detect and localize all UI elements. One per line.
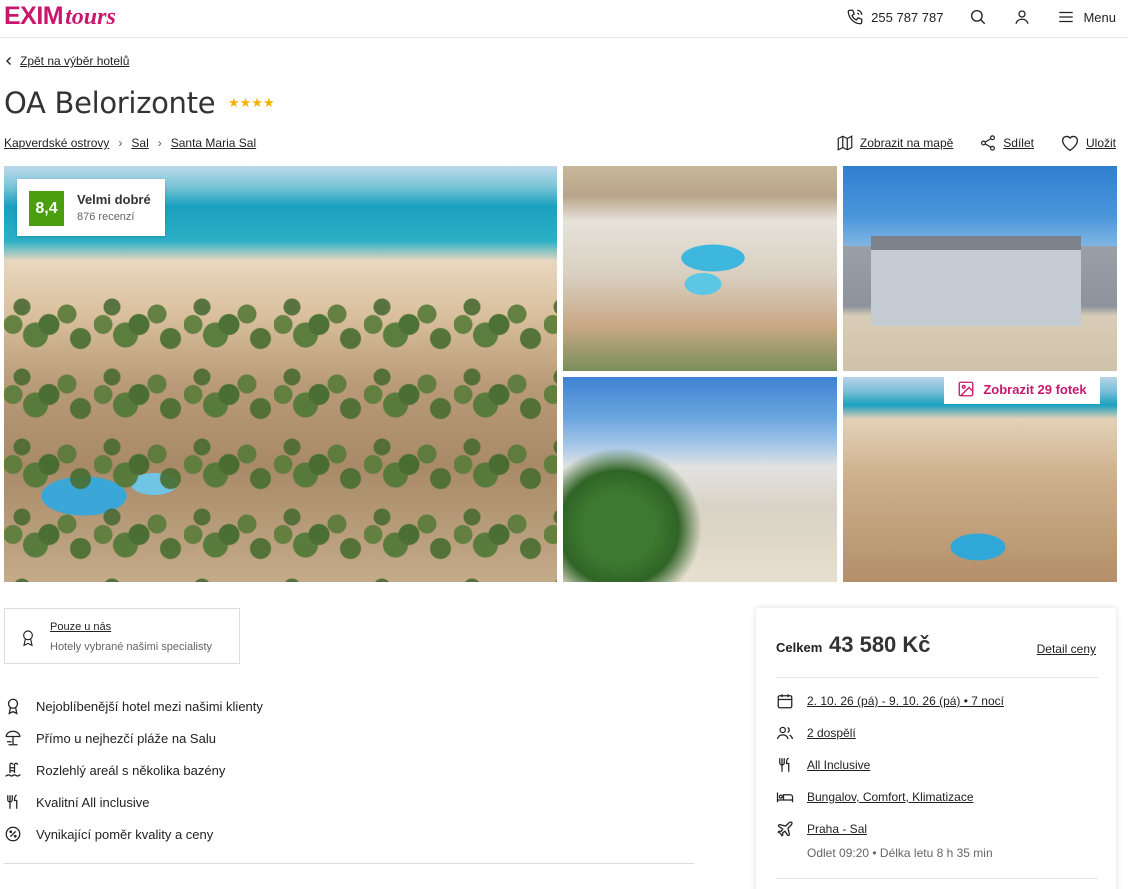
back-link-label: Zpět na výběr hotelů	[20, 54, 130, 68]
airplane-icon	[777, 821, 793, 837]
price-detail-link[interactable]: Detail ceny	[1037, 642, 1096, 656]
back-to-hotels-link[interactable]: Zpět na výběr hotelů	[4, 54, 129, 68]
hotel-actions: Zobrazit na mapě Sdílet Uložit	[810, 134, 1116, 152]
section-divider	[4, 863, 694, 864]
card-divider	[776, 878, 1098, 879]
menu-button[interactable]: Menu	[1057, 8, 1116, 26]
gallery-photo-aerial[interactable]	[843, 377, 1117, 582]
dates-row[interactable]: 2. 10. 26 (pá) - 9. 10. 26 (pá) • 7 nocí	[776, 692, 1004, 724]
exim-tours-logo[interactable]: EXIM tours	[4, 2, 116, 32]
gallery-main-photo[interactable]: 8,4 Velmi dobré 876 recenzí	[4, 166, 557, 582]
beach-umbrella-icon	[5, 730, 21, 746]
breadcrumb-country[interactable]: Kapverdské ostrovy	[4, 136, 109, 150]
logo-text-main: EXIM	[4, 2, 64, 30]
image-icon	[958, 381, 974, 397]
board-row[interactable]: All Inclusive	[776, 756, 1004, 788]
search-button[interactable]	[969, 8, 987, 26]
breadcrumb-island[interactable]: Sal	[131, 136, 148, 150]
chevron-left-icon	[6, 57, 11, 65]
feature-text: Přímo u nejhezčí pláže na Salu	[36, 730, 216, 746]
card-divider	[776, 677, 1098, 678]
gallery-photo-garden[interactable]	[563, 377, 837, 582]
map-icon	[837, 135, 853, 151]
cutlery-icon	[7, 794, 18, 809]
flight-value: Praha - Sal	[807, 822, 868, 836]
cutlery-icon	[779, 757, 790, 772]
feature-item: Rozlehlý areál s několika bazény	[4, 754, 263, 786]
logo-text-script: tours	[65, 4, 116, 30]
rating-score-badge: 8,4	[29, 191, 64, 226]
people-icon	[776, 726, 794, 740]
guests-row[interactable]: 2 dospělí	[776, 724, 1004, 756]
account-button[interactable]	[1013, 8, 1031, 26]
breadcrumb-separator-icon: ›	[157, 136, 162, 150]
breadcrumb-resort[interactable]: Santa Maria Sal	[171, 136, 256, 150]
phone-number: 255 787 787	[871, 9, 944, 25]
share-button[interactable]: Sdílet	[979, 134, 1034, 152]
hamburger-icon	[1059, 11, 1074, 23]
show-all-photos-button[interactable]: Zobrazit 29 fotek	[944, 374, 1100, 404]
heart-icon	[1061, 135, 1079, 152]
room-value: Bungalov, Comfort, Klimatizace	[807, 790, 974, 804]
share-icon	[981, 135, 996, 151]
breadcrumb-separator-icon: ›	[118, 136, 123, 150]
review-count: 876 recenzí	[77, 211, 135, 223]
photo-texture	[563, 447, 703, 582]
show-all-photos-label: Zobrazit 29 fotek	[983, 381, 1087, 397]
show-map-label: Zobrazit na mapě	[859, 136, 954, 150]
exclusive-badge: Pouze u nás Hotely vybrané našimi specia…	[4, 608, 240, 664]
hotel-title: OA Belorizonte	[4, 86, 216, 120]
feature-text: Kvalitní All inclusive	[36, 794, 150, 810]
photo-texture	[4, 286, 557, 582]
pool-icon	[5, 762, 21, 777]
save-button[interactable]: Uložit	[1060, 134, 1116, 152]
show-map-button[interactable]: Zobrazit na mapě	[836, 134, 953, 152]
menu-label: Menu	[1083, 9, 1116, 25]
phone-contact-link[interactable]: 255 787 787	[846, 8, 943, 26]
booking-details: 2. 10. 26 (pá) - 9. 10. 26 (pá) • 7 nocí…	[776, 692, 1004, 852]
board-value: All Inclusive	[807, 758, 871, 772]
feature-item: Vynikající poměr kvality a ceny	[4, 818, 263, 850]
room-row[interactable]: Bungalov, Comfort, Klimatizace	[776, 788, 1004, 820]
total-price-value: 43 580 Kč	[829, 632, 931, 657]
calendar-icon	[777, 694, 793, 709]
feature-item: Přímo u nejhezčí pláže na Salu	[4, 722, 263, 754]
feature-text: Vynikající poměr kvality a ceny	[36, 826, 214, 842]
search-icon	[971, 9, 986, 25]
rating-card[interactable]: 8,4 Velmi dobré 876 recenzí	[17, 179, 165, 236]
share-label: Sdílet	[1003, 136, 1034, 150]
feature-text: Nejoblíbenější hotel mezi našimi klienty	[36, 698, 263, 714]
save-label: Uložit	[1085, 136, 1116, 150]
photo-texture	[871, 236, 1081, 326]
price-summary-card: Celkem 43 580 Kč Detail ceny 2. 10. 26 (…	[756, 608, 1116, 889]
feature-item: Nejoblíbenější hotel mezi našimi klienty	[4, 690, 263, 722]
feature-item: Kvalitní All inclusive	[4, 786, 263, 818]
user-icon	[1015, 10, 1030, 24]
guests-value: 2 dospělí	[807, 726, 856, 740]
phone-icon	[847, 9, 863, 25]
gallery-photo-bungalow[interactable]	[843, 166, 1117, 371]
award-icon	[23, 630, 33, 647]
top-navigation-bar: EXIM tours 255 787 787 Menu	[0, 0, 1128, 38]
exclusive-title-link[interactable]: Pouze u nás	[50, 621, 111, 633]
discount-icon	[5, 826, 21, 842]
exclusive-subtitle: Hotely vybrané našimi specialisty	[50, 641, 213, 653]
breadcrumb: Kapverdské ostrovy › Sal › Santa Maria S…	[4, 136, 256, 150]
flight-detail: Odlet 09:20 • Délka letu 8 h 35 min	[807, 846, 993, 860]
gallery-photo-pool[interactable]	[563, 166, 837, 371]
hotel-features-list: Nejoblíbenější hotel mezi našimi klienty…	[4, 690, 263, 850]
rating-label: Velmi dobré	[77, 192, 151, 207]
award-icon	[7, 698, 19, 715]
hotel-star-rating: ★★★★	[228, 95, 275, 110]
total-price-label: Celkem	[776, 640, 823, 655]
dates-value: 2. 10. 26 (pá) - 9. 10. 26 (pá) • 7 nocí	[807, 694, 1004, 708]
feature-text: Rozlehlý areál s několika bazény	[36, 762, 226, 778]
bed-icon	[776, 792, 794, 803]
